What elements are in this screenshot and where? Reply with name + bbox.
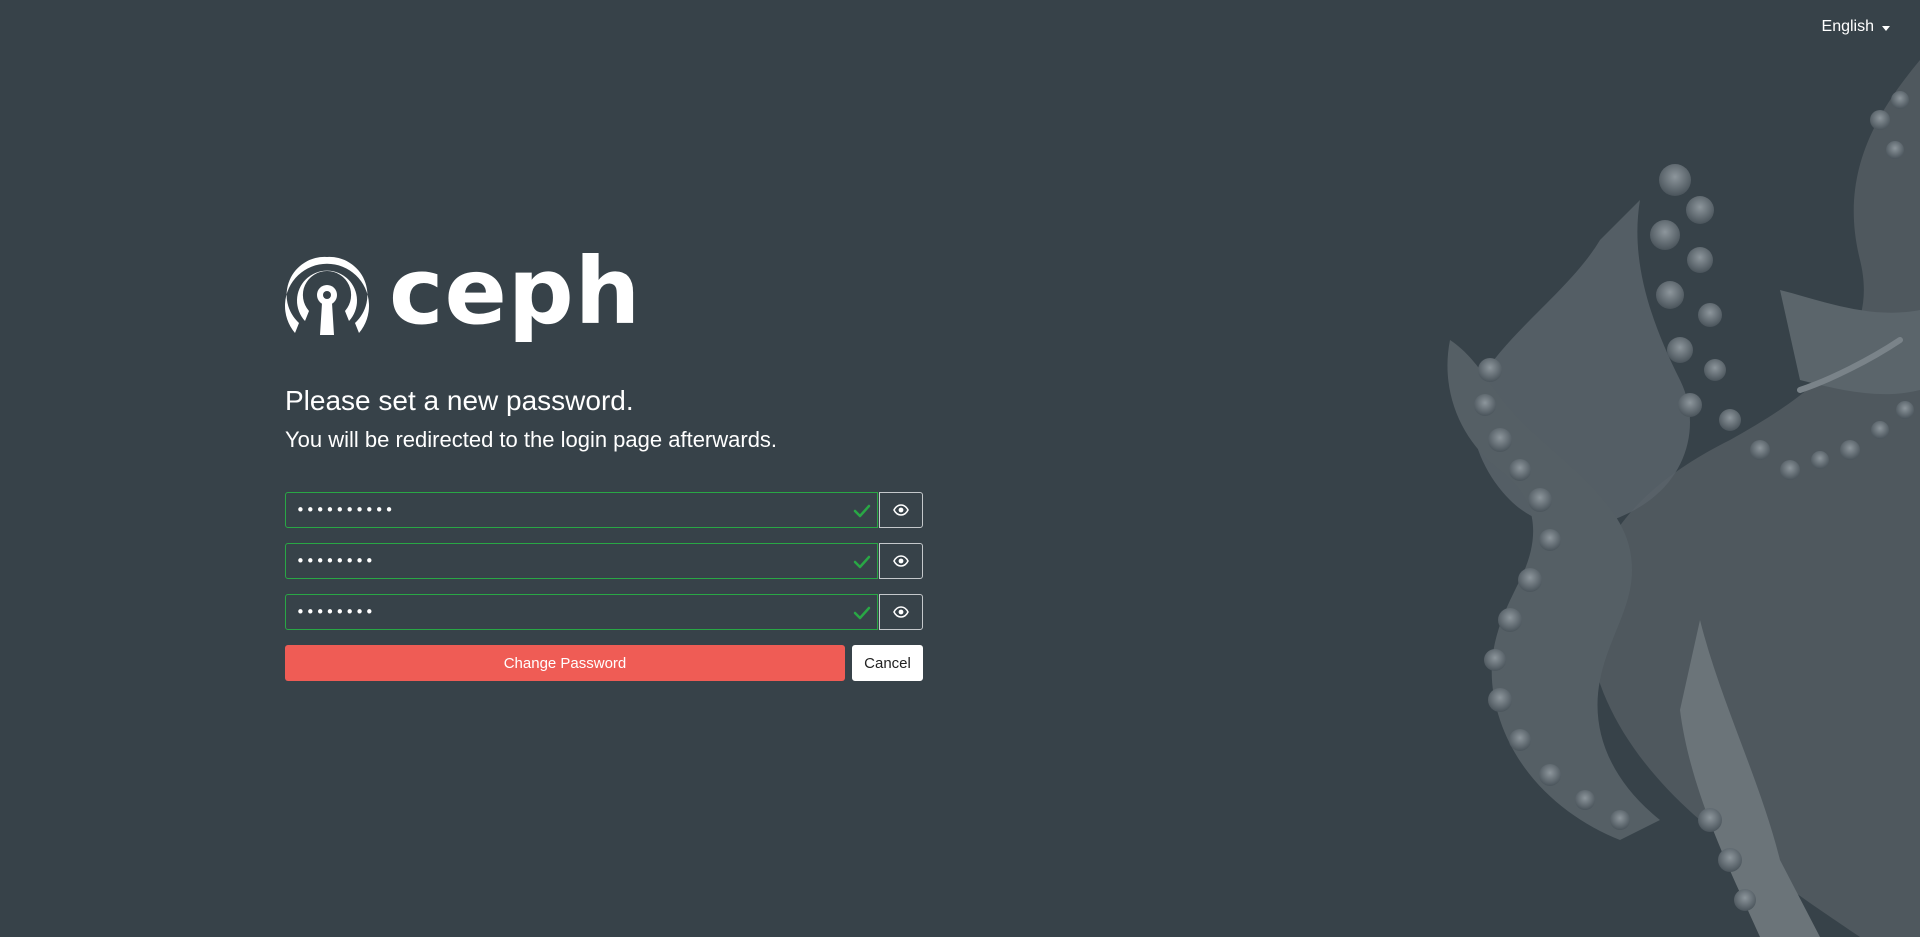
old-password-field[interactable] (286, 493, 877, 527)
ceph-logo-icon (285, 256, 369, 335)
page-title: Please set a new password. (285, 385, 634, 416)
login-page: English ceph Please set a new password. … (0, 0, 1920, 937)
check-icon (853, 555, 871, 569)
check-icon (853, 606, 871, 620)
toggle-new-password-visibility-button[interactable] (879, 543, 923, 579)
cancel-button[interactable]: Cancel (852, 645, 923, 681)
form-actions: Change Password Cancel (285, 645, 923, 681)
eye-icon (893, 504, 909, 516)
language-label: English (1821, 18, 1874, 35)
new-password-field[interactable] (286, 544, 877, 578)
ceph-wordmark: ceph (389, 238, 642, 345)
old-password-field-wrapper (285, 492, 878, 528)
confirm-password-row (285, 594, 923, 630)
ceph-logo: ceph (285, 246, 641, 339)
confirm-password-field[interactable] (286, 595, 877, 629)
old-password-row (285, 492, 923, 528)
new-password-field-wrapper (285, 543, 878, 579)
change-password-button[interactable]: Change Password (285, 645, 845, 681)
eye-icon (893, 606, 909, 618)
toggle-confirm-password-visibility-button[interactable] (879, 594, 923, 630)
confirm-password-field-wrapper (285, 594, 878, 630)
change-password-form: Change Password Cancel (285, 492, 923, 681)
check-icon (853, 504, 871, 518)
caret-down-icon (1882, 25, 1890, 31)
language-selector[interactable]: English (1822, 18, 1890, 36)
octopus-illustration (1447, 60, 1920, 937)
page-subtitle: You will be redirected to the login page… (285, 427, 778, 452)
new-password-row (285, 543, 923, 579)
eye-icon (893, 555, 909, 567)
toggle-old-password-visibility-button[interactable] (879, 492, 923, 528)
